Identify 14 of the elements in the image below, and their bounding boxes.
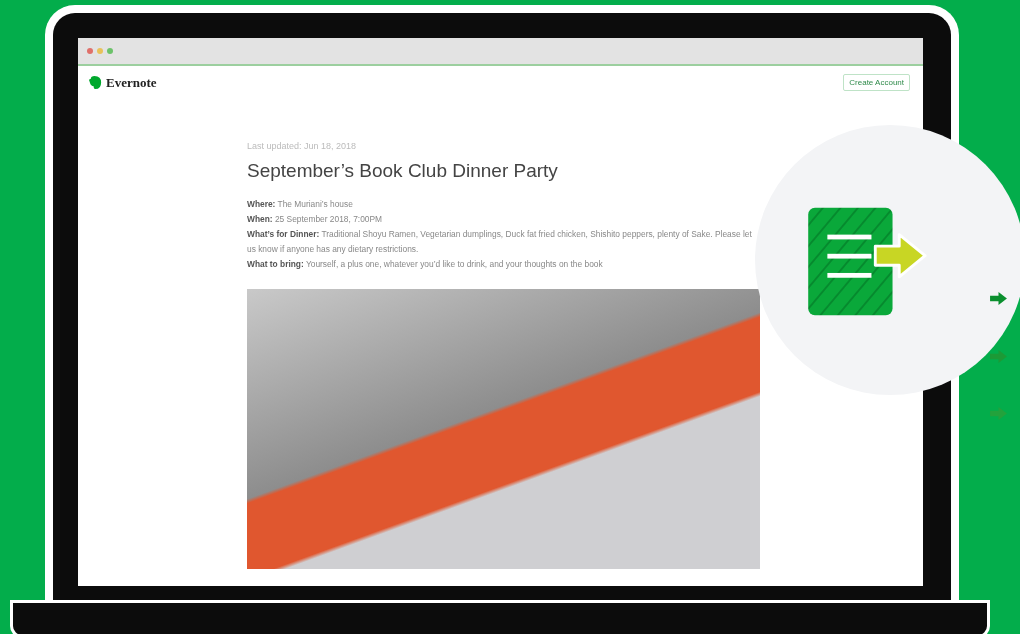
arrow-icon bbox=[989, 349, 1008, 364]
arrow-icon bbox=[989, 406, 1008, 421]
create-account-button[interactable]: Create Account bbox=[843, 74, 910, 91]
detail-line: What to bring: Yourself, a plus one, whatever you’d like to drink, and your thoughts on the book bbox=[247, 258, 604, 271]
arrow-icon bbox=[989, 291, 1008, 306]
detail-line: Where: The Muriani’s house bbox=[247, 198, 354, 211]
minimize-dot-icon[interactable] bbox=[97, 48, 103, 54]
note-title: September’s Book Club Dinner Party bbox=[247, 160, 559, 182]
close-dot-icon[interactable] bbox=[87, 48, 93, 54]
maximize-dot-icon[interactable] bbox=[107, 48, 113, 54]
detail-line: What’s for Dinner: Traditional Shoyu Ramen, Vegetarian dumplings, Duck fat fried chicken, Shishito peppers, plenty of Sake. Please let us know if anyone has any dietary restrictions. bbox=[247, 228, 753, 256]
last-updated-text: Last updated: Jun 18, 2018 bbox=[247, 141, 358, 151]
brand-name: Evernote bbox=[106, 74, 157, 91]
detail-line: When: 25 September 2018, 7:00PM bbox=[247, 213, 383, 226]
